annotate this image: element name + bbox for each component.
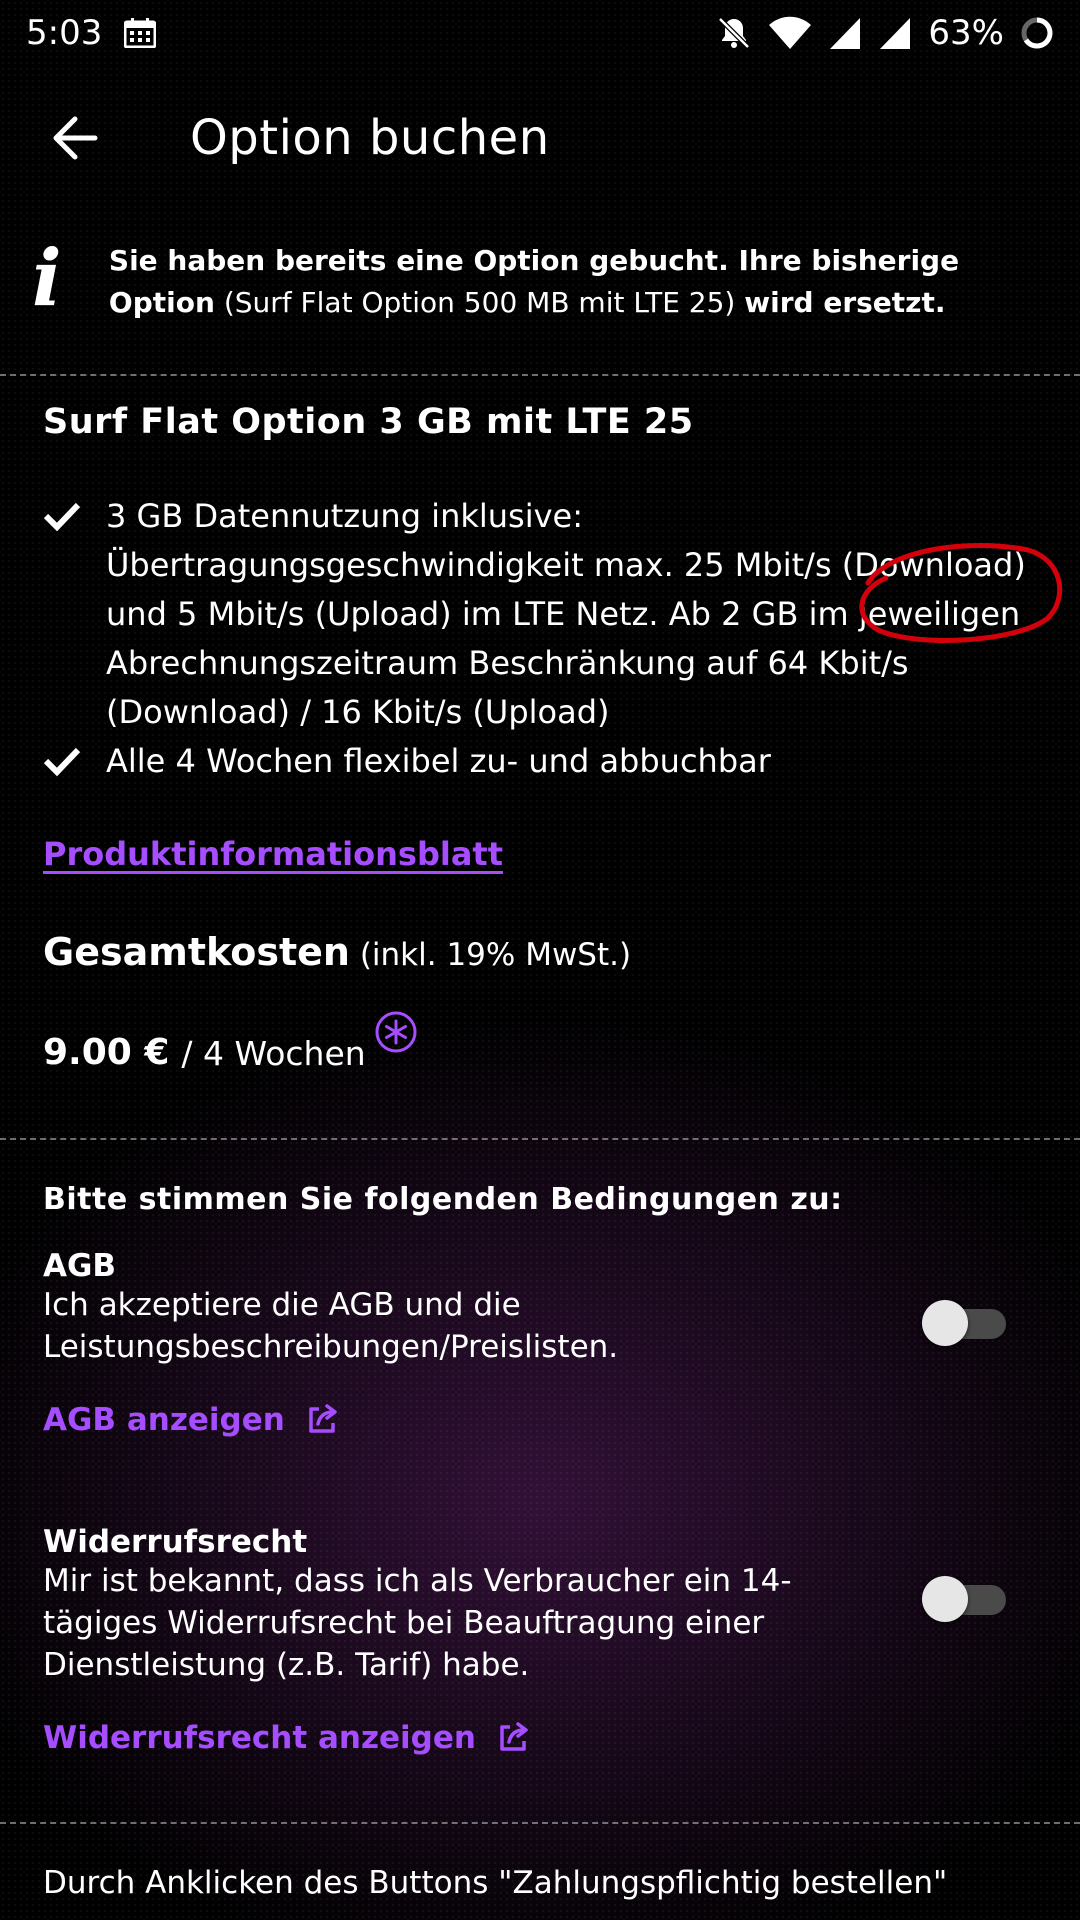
agb-link[interactable]: AGB anzeigen xyxy=(43,1402,339,1438)
footer-text: Durch Anklicken des Buttons "Zahlungspfl… xyxy=(43,1865,948,1901)
agb-title: AGB xyxy=(43,1248,117,1284)
feature-item: 3 GB Datennutzung inklusive: Übertragung… xyxy=(43,492,1050,737)
widerruf-text: Mir ist bekannt, dass ich als Verbrauche… xyxy=(43,1563,792,1683)
status-time: 5:03 xyxy=(26,13,103,53)
widerruf-link[interactable]: Widerrufsrecht anzeigen xyxy=(43,1720,530,1756)
info-text-bold-2: wird ersetzt. xyxy=(744,286,946,319)
battery-percent: 63% xyxy=(928,13,1004,53)
calendar-icon xyxy=(124,18,157,48)
agb-toggle[interactable] xyxy=(922,1300,1008,1346)
signal-icon-2 xyxy=(878,16,912,50)
widerruf-title: Widerrufsrecht xyxy=(43,1524,308,1560)
info-icon: i xyxy=(32,233,62,324)
price-amount: 9.00 € xyxy=(43,1032,170,1073)
toggle-knob xyxy=(922,1576,968,1622)
feature-text: 3 GB Datennutzung inklusive: Übertragung… xyxy=(106,497,1026,731)
asterisk-info-icon[interactable] xyxy=(374,1010,418,1062)
page-title: Option buchen xyxy=(190,110,550,166)
terms-heading: Bitte stimmen Sie folgenden Bedingungen … xyxy=(43,1182,843,1217)
battery-icon xyxy=(1020,16,1054,50)
info-text-normal: (Surf Flat Option 500 MB mit LTE 25) xyxy=(223,286,736,319)
total-costs-note: (inkl. 19% MwSt.) xyxy=(359,937,632,973)
check-icon xyxy=(43,496,81,545)
screen: 5:03 63% Option buchen i Sie haben berei… xyxy=(0,0,1080,1920)
external-link-icon xyxy=(309,1404,337,1433)
price-period: / 4 Wochen xyxy=(181,1034,366,1073)
total-costs-label: Gesamtkosten xyxy=(43,930,350,974)
divider xyxy=(0,374,1080,376)
agb-section: AGB Ich akzeptiere die AGB und die Leist… xyxy=(43,1248,1050,1438)
feature-item: Alle 4 Wochen flexibel zu- und abbuchbar xyxy=(43,737,1050,786)
agb-link-label: AGB anzeigen xyxy=(43,1402,285,1438)
back-button[interactable] xyxy=(20,80,130,196)
signal-icon xyxy=(828,16,862,50)
feature-list: 3 GB Datennutzung inklusive: Übertragung… xyxy=(43,492,1050,786)
wifi-icon xyxy=(768,16,812,50)
price: 9.00 € / 4 Wochen xyxy=(43,1010,418,1073)
feature-text: Alle 4 Wochen flexibel zu- und abbuchbar xyxy=(106,742,771,780)
external-link-icon xyxy=(500,1722,528,1751)
widerruf-link-label: Widerrufsrecht anzeigen xyxy=(43,1720,476,1756)
widerruf-toggle[interactable] xyxy=(922,1576,1008,1622)
widerruf-section: Widerrufsrecht Mir ist bekannt, dass ich… xyxy=(43,1524,1050,1756)
divider xyxy=(0,1822,1080,1824)
divider xyxy=(0,1138,1080,1140)
offer-title: Surf Flat Option 3 GB mit LTE 25 xyxy=(43,402,694,442)
toggle-knob xyxy=(922,1300,968,1346)
status-bar: 5:03 63% xyxy=(0,0,1080,66)
arrow-left-icon xyxy=(53,116,98,160)
agb-text: Ich akzeptiere die AGB und die Leistungs… xyxy=(43,1287,619,1365)
check-icon xyxy=(43,741,81,790)
total-costs: Gesamtkosten (inkl. 19% MwSt.) xyxy=(43,930,631,974)
notifications-off-icon xyxy=(716,15,752,51)
info-banner: i Sie haben bereits eine Option gebucht.… xyxy=(32,240,1040,324)
app-bar: Option buchen xyxy=(0,80,1080,196)
info-text: Sie haben bereits eine Option gebucht. I… xyxy=(109,240,1040,324)
product-info-link[interactable]: Produktinformationsblatt xyxy=(43,835,503,873)
